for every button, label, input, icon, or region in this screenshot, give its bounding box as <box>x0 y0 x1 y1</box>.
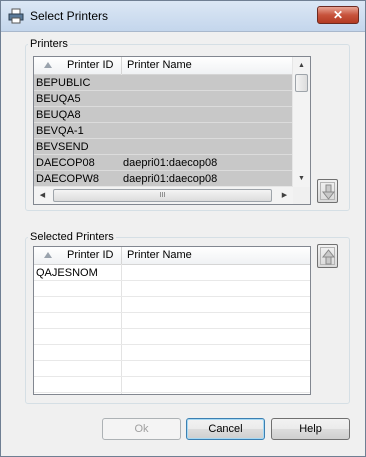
printers-vertical-scrollbar[interactable]: ▲ ▼ <box>292 57 310 187</box>
printer-icon <box>8 8 24 24</box>
table-row[interactable] <box>34 313 310 329</box>
column-header-printer-id[interactable]: Printer ID <box>34 57 122 74</box>
printers-grid[interactable]: Printer ID Printer Name BEPUBLIC BEUQA5 BE… <box>33 56 311 205</box>
table-row[interactable]: BEVQA-1 <box>34 123 293 139</box>
printer-id-cell: BEPUBLIC <box>36 77 91 89</box>
table-row[interactable] <box>34 361 310 377</box>
printer-name-cell <box>123 265 293 281</box>
selected-printers-group-label: Selected Printers <box>28 231 116 243</box>
printer-id-cell: BEUQA5 <box>36 93 81 105</box>
scrollbar-corner <box>293 187 310 204</box>
printer-id-cell: BEVQA-1 <box>36 125 84 137</box>
printers-group-label: Printers <box>28 38 70 50</box>
printer-name-cell <box>123 313 293 329</box>
printer-name-cell <box>123 107 293 123</box>
scroll-thumb[interactable] <box>295 74 308 92</box>
printer-name-cell <box>123 139 293 155</box>
arrow-up-icon <box>321 249 336 265</box>
scroll-up-icon[interactable]: ▲ <box>293 57 310 74</box>
selected-grid-header: Printer ID Printer Name <box>34 247 310 265</box>
printer-name-cell <box>123 329 293 345</box>
selected-printers-grid[interactable]: Printer ID Printer Name QAJESNOM <box>33 246 311 395</box>
table-row[interactable]: DAECOP08 daepri01:daecop08 <box>34 155 293 171</box>
printer-name-cell <box>123 75 293 91</box>
printers-horizontal-scrollbar[interactable]: ◀ III ▶ <box>34 186 293 204</box>
printer-id-cell <box>36 329 120 345</box>
column-header-printer-id[interactable]: Printer ID <box>34 247 122 264</box>
scroll-left-icon[interactable]: ◀ <box>34 187 51 204</box>
table-row[interactable]: QAJESNOM <box>34 265 310 281</box>
column-header-printer-name[interactable]: Printer Name <box>122 247 310 264</box>
column-label: Printer Name <box>127 249 192 261</box>
printer-id-cell <box>36 281 120 297</box>
table-row[interactable] <box>34 297 310 313</box>
sort-ascending-icon <box>44 252 52 258</box>
select-printers-dialog: Select Printers ✕ Printers Printer ID Pr… <box>0 0 366 457</box>
printer-id-cell <box>36 377 120 393</box>
scroll-down-icon[interactable]: ▼ <box>293 170 310 187</box>
table-row[interactable]: BEUQA5 <box>34 91 293 107</box>
printer-name-cell <box>123 377 293 393</box>
close-button[interactable]: ✕ <box>317 6 359 24</box>
cancel-button[interactable]: Cancel <box>186 418 265 440</box>
printer-id-cell <box>36 361 120 377</box>
help-button[interactable]: Help <box>271 418 350 440</box>
printer-name-cell <box>123 297 293 313</box>
table-row[interactable]: BEVSEND <box>34 139 293 155</box>
printer-name-cell: daepri01:daecop08 <box>123 157 218 169</box>
table-row[interactable]: BEPUBLIC <box>34 75 293 91</box>
printer-id-cell: DAECOP08 <box>36 157 95 169</box>
printers-grid-header: Printer ID Printer Name <box>34 57 293 75</box>
column-label: Printer Name <box>127 59 192 71</box>
printer-id-cell: DAECOPW8 <box>36 173 99 185</box>
table-row[interactable] <box>34 377 310 393</box>
printer-name-cell <box>123 91 293 107</box>
printer-id-cell <box>36 313 120 329</box>
table-row[interactable] <box>34 329 310 345</box>
table-row[interactable]: DAECOPW8 daepri01:daecop08 <box>34 171 293 187</box>
table-row[interactable]: BEUQA8 <box>34 107 293 123</box>
printer-id-cell: QAJESNOM <box>36 267 98 279</box>
column-label: Printer ID <box>67 59 114 71</box>
move-down-button[interactable] <box>317 179 338 203</box>
column-label: Printer ID <box>67 249 114 261</box>
ok-button[interactable]: Ok <box>102 418 181 440</box>
printer-name-cell <box>123 345 293 361</box>
window-title: Select Printers <box>30 9 109 23</box>
printer-name-cell <box>123 281 293 297</box>
printer-id-cell: BEUQA8 <box>36 109 81 121</box>
scroll-thumb[interactable]: III <box>53 189 272 202</box>
table-row[interactable] <box>34 281 310 297</box>
printer-id-cell <box>36 345 120 361</box>
title-bar: Select Printers ✕ <box>1 1 365 32</box>
table-row[interactable] <box>34 345 310 361</box>
column-header-printer-name[interactable]: Printer Name <box>122 57 293 74</box>
arrow-down-icon <box>321 184 336 200</box>
close-icon: ✕ <box>332 8 344 22</box>
printer-name-cell: daepri01:daecop08 <box>123 173 218 185</box>
sort-ascending-icon <box>44 62 52 68</box>
printer-name-cell <box>123 361 293 377</box>
move-up-button[interactable] <box>317 244 338 268</box>
printer-id-cell <box>36 297 120 313</box>
scroll-right-icon[interactable]: ▶ <box>276 187 293 204</box>
printer-name-cell <box>123 123 293 139</box>
printer-id-cell: BEVSEND <box>36 141 89 153</box>
